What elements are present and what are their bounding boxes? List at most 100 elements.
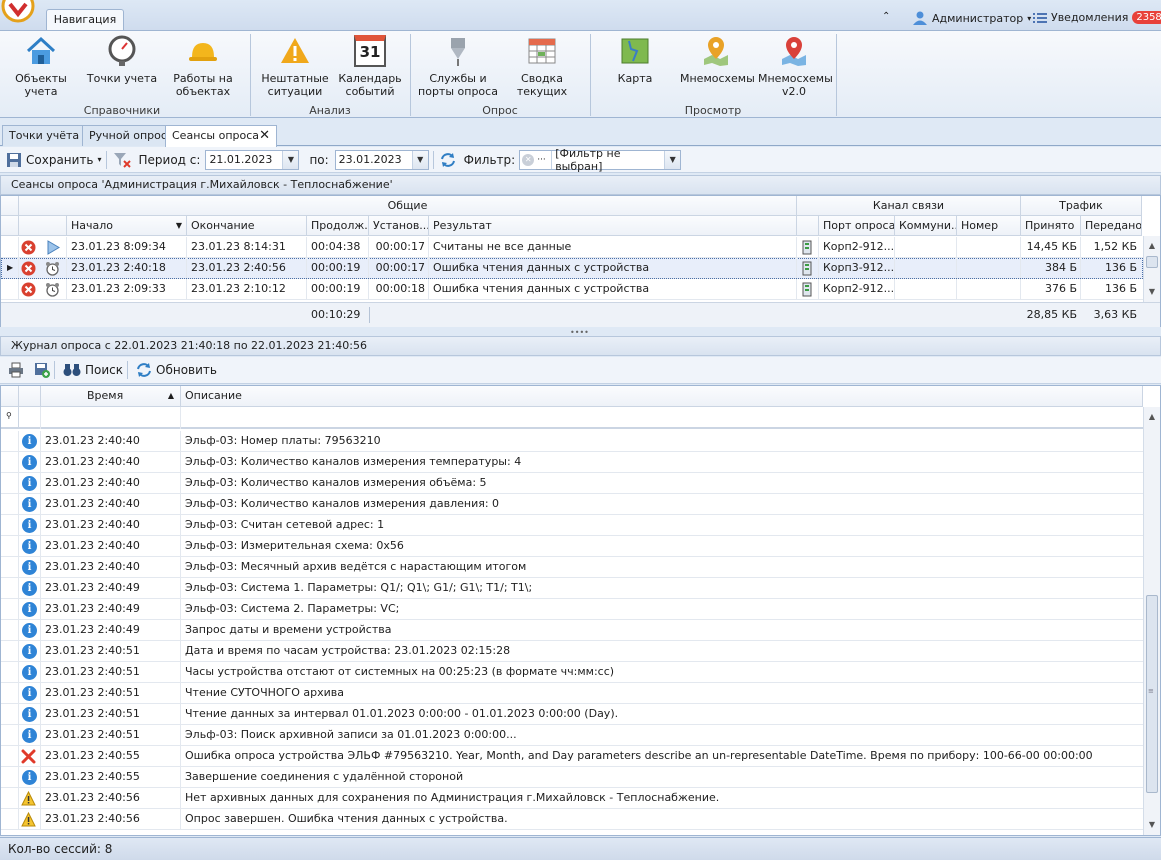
user-menu[interactable]: Администратор ▾ — [912, 11, 1031, 25]
sessions-scrollbar[interactable]: ▲ ▼ — [1143, 236, 1160, 302]
header-end[interactable]: Окончание — [187, 216, 307, 236]
notifications-button[interactable]: Уведомления 2358 — [1033, 11, 1161, 24]
tab-manual-poll[interactable]: Ручной опрос — [82, 125, 174, 146]
group-divider — [836, 34, 837, 116]
journal-row[interactable]: i 23.01.23 2:40:40 Эльф-03: Количество кан… — [1, 473, 1143, 494]
session-row[interactable]: 23.01.23 8:09:34 23.01.23 8:14:31 00:04:38… — [1, 237, 1143, 258]
filter-cell[interactable] — [41, 407, 181, 429]
search-button[interactable]: Поиск — [63, 363, 123, 377]
current-summary-button[interactable]: Сводка текущих — [508, 35, 576, 98]
chevron-down-icon[interactable]: ▼ — [664, 150, 681, 169]
info-icon: i — [22, 770, 37, 785]
journal-row[interactable]: i 23.01.23 2:40:49 Запрос даты и времени у… — [1, 620, 1143, 641]
journal-row[interactable]: i 23.01.23 2:40:40 Эльф-03: Номер платы: 7… — [1, 431, 1143, 452]
header-port[interactable]: Порт опроса — [819, 216, 895, 236]
header-result[interactable]: Результат — [429, 216, 797, 236]
journal-row[interactable]: 23.01.23 2:40:56 Опрос завершен. Ошибка ч… — [1, 809, 1143, 830]
session-row[interactable]: 23.01.23 2:09:33 23.01.23 2:10:12 00:00:19… — [1, 279, 1143, 300]
header-channel-icon[interactable] — [797, 216, 819, 236]
header-description[interactable]: Описание — [181, 386, 1143, 407]
header-received[interactable]: Принято — [1021, 216, 1081, 236]
journal-row[interactable]: i 23.01.23 2:40:40 Эльф-03: Считан сетевой… — [1, 515, 1143, 536]
ribbon-tab-navigation[interactable]: Навигация — [46, 9, 124, 31]
mnemonic-button[interactable]: Мнемосхемы — [680, 35, 755, 85]
scroll-down-icon[interactable]: ▼ — [1144, 284, 1160, 300]
header-time[interactable]: Время ▲ — [41, 386, 181, 407]
journal-row[interactable]: i 23.01.23 2:40:40 Эльф-03: Количество кан… — [1, 452, 1143, 473]
journal-row[interactable]: i 23.01.23 2:40:51 Дата и время по часам у… — [1, 641, 1143, 662]
scroll-thumb[interactable] — [1146, 256, 1158, 268]
journal-filter-row[interactable]: ⚲ — [1, 407, 1143, 429]
scroll-up-icon[interactable]: ▲ — [1144, 409, 1160, 425]
events-calendar-button[interactable]: 31 Календарь событий — [336, 35, 404, 98]
session-row[interactable]: ▶ 23.01.23 2:40:18 23.01.23 2:40:56 00:00:1… — [1, 258, 1143, 279]
header-sent[interactable]: Передано — [1081, 216, 1142, 236]
journal-row[interactable]: 23.01.23 2:40:56 Нет архивных данных для … — [1, 788, 1143, 809]
chevron-down-icon[interactable]: ▼ — [282, 150, 299, 169]
save-button[interactable]: Сохранить ▾ — [6, 152, 102, 168]
refresh-filter-button[interactable] — [440, 152, 456, 168]
incidents-button[interactable]: Нештатные ситуации — [260, 35, 330, 98]
app-logo-icon[interactable] — [0, 0, 38, 24]
journal-row[interactable]: i 23.01.23 2:40:40 Эльф-03: Измерительная … — [1, 536, 1143, 557]
header-status[interactable] — [19, 216, 67, 236]
header-duration[interactable]: Продолж... — [307, 216, 369, 236]
header-setup[interactable]: Установ... — [369, 216, 429, 236]
period-from-field[interactable]: 21.01.2023 ▼ — [205, 149, 300, 170]
header-start[interactable]: Начало ▼ — [67, 216, 187, 236]
tab-metering-points[interactable]: Точки учёта — [2, 125, 87, 146]
filter-select[interactable]: ✕ ··· [Фильтр не выбран] ▼ — [519, 147, 682, 173]
header-comm[interactable]: Коммуни... — [895, 216, 957, 236]
journal-row[interactable]: i 23.01.23 2:40:49 Эльф-03: Система 1. Пар… — [1, 578, 1143, 599]
period-to-field[interactable]: 23.01.2023 ▼ — [334, 149, 429, 170]
objects-button[interactable]: Объекты учета — [10, 35, 72, 98]
journal-time: 23.01.23 2:40:49 — [45, 602, 140, 615]
filter-clear-box[interactable]: ✕ ··· — [520, 150, 553, 169]
mnemonic-label: Мнемосхемы — [680, 72, 755, 85]
filter-clear-icon — [113, 152, 131, 168]
services-ports-button[interactable]: Службы и порты опроса — [418, 35, 498, 98]
row-indicator — [1, 599, 19, 619]
works-button[interactable]: Работы на объектах — [168, 35, 238, 98]
scroll-up-icon[interactable]: ▲ — [1144, 238, 1160, 254]
sort-asc-icon: ▲ — [167, 391, 174, 400]
header-type[interactable] — [19, 386, 41, 407]
mnemonic-v2-button[interactable]: Мнемосхемы v2.0 — [758, 35, 833, 98]
divider — [54, 361, 55, 379]
close-tab-icon[interactable]: ✕ — [259, 126, 270, 145]
map-button[interactable]: Карта — [608, 35, 662, 85]
journal-row[interactable]: i 23.01.23 2:40:51 Чтение СУТОЧНОГО архива — [1, 683, 1143, 704]
scroll-down-icon[interactable]: ▼ — [1144, 817, 1160, 833]
journal-row[interactable]: i 23.01.23 2:40:51 Чтение данных за интерв… — [1, 704, 1143, 725]
journal-row[interactable]: i 23.01.23 2:40:49 Эльф-03: Система 2. Пар… — [1, 599, 1143, 620]
info-icon: i — [22, 434, 37, 449]
journal-row[interactable]: 23.01.23 2:40:55 Ошибка опроса устройства… — [1, 746, 1143, 767]
journal-row[interactable]: i 23.01.23 2:40:40 Эльф-03: Месячный архив… — [1, 557, 1143, 578]
info-icon: i — [22, 518, 37, 533]
journal-scrollbar[interactable]: ▲ ≡ ▼ — [1143, 407, 1160, 835]
refresh-button[interactable]: Обновить — [136, 362, 217, 378]
period-to-value: 23.01.2023 — [338, 153, 402, 166]
journal-row[interactable]: i 23.01.23 2:40:51 Эльф-03: Поиск архивной… — [1, 725, 1143, 746]
journal-time: 23.01.23 2:40:56 — [45, 812, 140, 825]
journal-row[interactable]: i 23.01.23 2:40:55 Завершение соединения с… — [1, 767, 1143, 788]
metering-points-button[interactable]: Точки учета — [86, 35, 158, 85]
session-setup: 00:00:17 — [375, 240, 425, 253]
journal-time: 23.01.23 2:40:40 — [45, 560, 140, 573]
chevron-down-icon[interactable]: ▼ — [411, 150, 428, 169]
tab-poll-sessions[interactable]: Сеансы опроса ✕ — [165, 125, 277, 147]
filter-cell[interactable] — [19, 407, 41, 429]
clear-filter-button[interactable] — [113, 152, 131, 168]
objects-button-label: Объекты учета — [15, 72, 67, 98]
journal-row[interactable]: i 23.01.23 2:40:51 Часы устройства отстают… — [1, 662, 1143, 683]
journal-text: Завершение соединения с удалённой сторон… — [185, 770, 464, 783]
header-number[interactable]: Номер — [957, 216, 1021, 236]
metering-points-label: Точки учета — [86, 72, 158, 85]
error-x-icon — [21, 749, 36, 764]
print-button[interactable] — [8, 362, 24, 378]
warning-icon — [21, 812, 36, 827]
collapse-ribbon-button[interactable]: ⌃ — [882, 11, 890, 22]
journal-row[interactable]: i 23.01.23 2:40:40 Эльф-03: Количество кан… — [1, 494, 1143, 515]
info-icon: i — [22, 602, 37, 617]
export-button[interactable] — [34, 362, 50, 378]
